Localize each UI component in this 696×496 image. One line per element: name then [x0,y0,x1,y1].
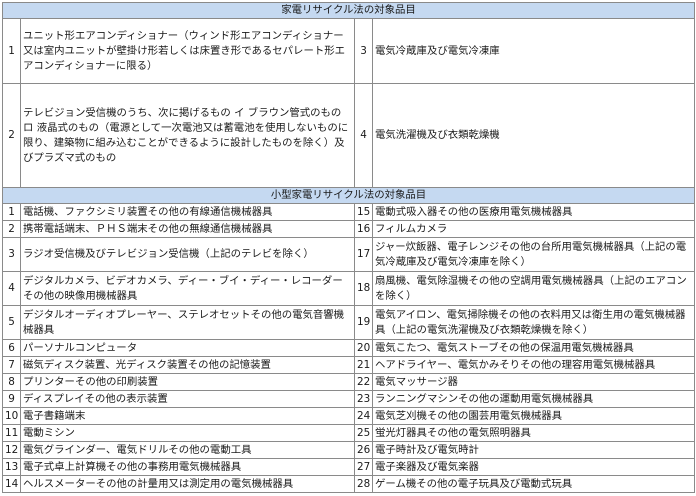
small-item-number: 28 [354,475,373,493]
small-item-text: デジタルカメラ、ビデオカメラ、ディー・ブイ・ディー・レコーダーその他の映像用機械… [20,271,355,306]
small-item-text: ジャー炊飯器、電子レンジその他の台所用電気機械器具（上記の電気冷蔵庫及び電気冷凍… [372,237,695,272]
small-item-text: 電気こたつ、電気ストーブその他の保温用電気機械器具 [372,339,695,357]
small-item-text: デジタルオーディオプレーヤー、ステレオセットその他の電気音響機械器具 [20,305,355,340]
small-item-number: 1 [2,203,21,221]
small-item-number: 7 [2,356,21,374]
large-item-number: 2 [2,83,21,188]
large-appliance-header: 家電リサイクル法の対象品目 [2,2,695,19]
large-item-text: ユニット形エアコンディショナー（ウィンド形エアコンディショナー又は室内ユニットが… [20,18,355,84]
small-item-number: 8 [2,373,21,391]
small-item-text: 電気グラインダー、電気ドリルその他の電動工具 [20,441,355,459]
small-item-text: ラジオ受信機及びテレビジョン受信機（上記のテレビを除く） [20,237,355,272]
small-item-number: 27 [354,458,373,476]
small-item-number: 22 [354,373,373,391]
large-item-text: 電気洗濯機及び衣類乾燥機 [372,83,695,188]
small-item-text: ゲーム機その他の電子玩具及び電動式玩具 [372,475,695,493]
small-item-text: 携帯電話端末、ＰＨＳ端末その他の無線通信機械器具 [20,220,355,238]
small-item-text: 扇風機、電気除湿機その他の空調用電気機械器具（上記のエアコンを除く） [372,271,695,306]
large-item-text: テレビジョン受信機のうち、次に掲げるもの イ ブラウン管式のもの ロ 液晶式のも… [20,83,355,188]
large-item-text: 電気冷蔵庫及び電気冷凍庫 [372,18,695,84]
small-item-text: ヘルスメーターその他の計量用又は測定用の電気機械器具 [20,475,355,493]
small-item-text: ランニングマシンその他の運動用電気機械器具 [372,390,695,408]
small-item-number: 3 [2,237,21,272]
small-item-text: 電動ミシン [20,424,355,442]
large-item-number: 3 [354,18,373,84]
small-appliance-header: 小型家電リサイクル法の対象品目 [2,187,695,204]
small-item-number: 24 [354,407,373,425]
small-item-number: 23 [354,390,373,408]
small-item-text: 電気マッサージ器 [372,373,695,391]
small-item-text: ディスプレイその他の表示装置 [20,390,355,408]
large-item-number: 4 [354,83,373,188]
small-item-number: 17 [354,237,373,272]
small-item-number: 14 [2,475,21,493]
small-item-number: 11 [2,424,21,442]
small-item-text: プリンターその他の印刷装置 [20,373,355,391]
small-item-number: 12 [2,441,21,459]
small-item-number: 13 [2,458,21,476]
small-item-text: 電子書籍端末 [20,407,355,425]
small-item-text: 電気芝刈機その他の園芸用電気機械器具 [372,407,695,425]
small-item-text: 電気アイロン、電気掃除機その他の衣料用又は衛生用の電気機械器具（上記の電気洗濯機… [372,305,695,340]
small-item-number: 26 [354,441,373,459]
small-item-text: フィルムカメラ [372,220,695,238]
small-item-number: 16 [354,220,373,238]
small-item-text: 蛍光灯器具その他の電気照明器具 [372,424,695,442]
small-item-number: 4 [2,271,21,306]
small-item-text: 電子楽器及び電気楽器 [372,458,695,476]
large-item-number: 1 [2,18,21,84]
small-item-number: 19 [354,305,373,340]
small-item-number: 10 [2,407,21,425]
small-item-number: 21 [354,356,373,374]
small-item-text: 磁気ディスク装置、光ディスク装置その他の記憶装置 [20,356,355,374]
tv-item-line: テレビジョン受信機のうち、次に掲げるもの イ ブラウン管式のもの ロ 液晶式のも… [23,106,349,164]
small-item-number: 18 [354,271,373,306]
small-item-number: 15 [354,203,373,221]
small-item-text: パーソナルコンピュータ [20,339,355,357]
small-item-number: 5 [2,305,21,340]
small-item-text: 電子式卓上計算機その他の事務用電気機械器具 [20,458,355,476]
small-item-number: 2 [2,220,21,238]
small-item-text: 電話機、ファクシミリ装置その他の有線通信機械器具 [20,203,355,221]
small-item-number: 25 [354,424,373,442]
small-item-text: 電動式吸入器その他の医療用電気機械器具 [372,203,695,221]
small-item-number: 20 [354,339,373,357]
small-item-number: 9 [2,390,21,408]
small-item-number: 6 [2,339,21,357]
small-item-text: 電子時計及び電気時計 [372,441,695,459]
recycling-items-table: 家電リサイクル法の対象品目 1 ユニット形エアコンディショナー（ウィンド形エアコ… [2,2,695,493]
small-item-text: ヘアドライヤー、電気かみそりその他の理容用電気機械器具 [372,356,695,374]
